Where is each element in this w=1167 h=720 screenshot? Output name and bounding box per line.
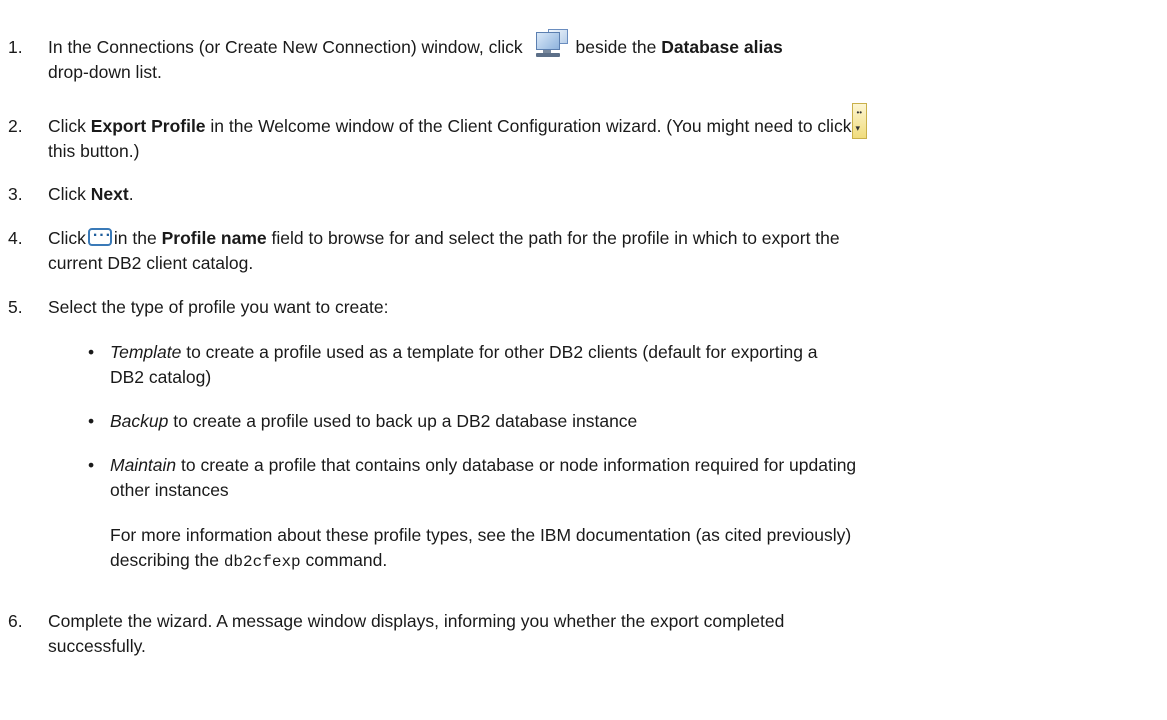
ellipsis-icon[interactable]: ··· [87,227,112,247]
step-number: 3. [8,184,23,204]
step-text: In the Connections (or Create New Connec… [48,29,1160,85]
document-page: 1. In the Connections (or Create New Con… [0,0,1167,720]
next-term: Next [90,184,129,204]
monitor-icon[interactable] [534,29,568,59]
step-number: 4. [8,228,23,248]
step-text: Click ··· in the Profile name field to bro… [48,227,840,273]
database-alias-term: Database alias [661,37,783,57]
step-text: Select the type of profile you want to c… [48,297,389,317]
step-number: 1. [8,37,23,57]
step-text: Click Next. [48,184,134,204]
scroll-icon[interactable]: •• ▾ [852,103,868,140]
step-number: 2. [8,116,23,136]
step-number: 6. [8,611,23,631]
profile-name-term: Profile name [161,228,267,248]
command-name: db2cfexp [223,553,301,571]
step-text: Complete the wizard. A message window di… [48,611,785,656]
step-text: Click Export Profile in the Welcome wind… [48,103,1160,164]
export-profile-term: Export Profile [90,116,206,136]
profile-types-note: For more information about these profile… [110,525,852,571]
step-number: 5. [8,297,23,317]
